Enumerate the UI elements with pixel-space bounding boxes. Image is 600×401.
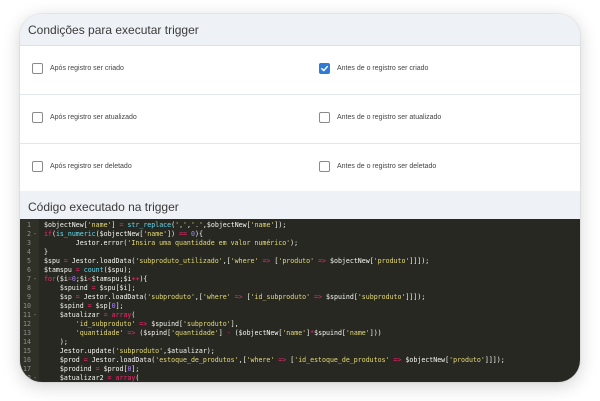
before-updated-label: Antes de o registro ser atualizado <box>337 114 442 121</box>
line-number: 14 <box>23 338 31 346</box>
line-number: 13 <box>23 329 31 337</box>
code-text: 'id_subproduto' => $spuind['subproduto']… <box>75 320 239 328</box>
code-text: Jestor.update('subproduto',$atualizar); <box>44 347 215 355</box>
line-number: 4 <box>27 248 31 256</box>
line-number: 1 <box>27 221 31 229</box>
after-deleted-label: Após registro ser deletado <box>50 163 132 170</box>
code-line[interactable]: 14 ); <box>20 338 580 347</box>
code-line[interactable]: 10 $spind = $sp[0]; <box>20 302 580 311</box>
code-line[interactable]: 17 $prodind = $prod[0]; <box>20 365 580 374</box>
after-deleted-checkbox[interactable] <box>32 161 43 172</box>
code-text: $tamspu = count($spu); <box>44 266 132 274</box>
code-title: Código executado na trigger <box>28 200 179 214</box>
line-number: 11 <box>23 311 31 319</box>
code-line[interactable]: 12 'id_subproduto' => $spuind['subprodut… <box>20 320 580 329</box>
code-text: $objectNew['name'] = str_replace(',','.'… <box>44 221 287 229</box>
conditions-header: Condições para executar trigger <box>20 14 580 46</box>
code-text: $spu = Jestor.loadData('subproduto_utili… <box>44 257 430 265</box>
code-text: $spind = $sp[0]; <box>59 302 124 310</box>
code-text: $sp = Jestor.loadData('subproduto',['whe… <box>59 293 426 301</box>
code-text: $atualizar2 = array( <box>59 374 140 382</box>
checkmark-icon <box>321 65 329 72</box>
code-text: $prodind = $prod[0]; <box>59 365 140 373</box>
code-text: $atualizar = array( <box>59 311 136 319</box>
trigger-settings-panel: Condições para executar trigger Após reg… <box>20 14 580 382</box>
code-line[interactable]: 16 $prod = Jestor.loadData('estoque_de_p… <box>20 356 580 365</box>
before-created-checkbox[interactable] <box>319 63 330 74</box>
code-line[interactable]: 4} <box>20 248 580 257</box>
code-text: ); <box>44 338 68 346</box>
code-line[interactable]: 5 $spu = Jestor.loadData('subproduto_util… <box>20 257 580 266</box>
code-line[interactable]: 7- for($i=0;$i<$tamspu;$i++){ <box>20 275 580 284</box>
line-number: 8 <box>27 284 31 292</box>
conditions-title: Condições para executar trigger <box>28 23 199 37</box>
condition-after-updated[interactable]: Após registro ser atualizado <box>20 95 300 143</box>
condition-row-updated: Após registro ser atualizado Antes de o … <box>20 95 580 144</box>
condition-before-updated[interactable]: Antes de o registro ser atualizado <box>300 95 580 143</box>
line-number: 3 <box>27 239 31 247</box>
before-updated-checkbox[interactable] <box>319 112 330 123</box>
fold-toggle-icon[interactable]: - <box>33 374 37 382</box>
after-updated-label: Após registro ser atualizado <box>50 114 137 121</box>
condition-before-deleted[interactable]: Antes de o registro ser deletado <box>300 144 580 192</box>
line-number: 9 <box>27 293 31 301</box>
line-number: 15 <box>23 347 31 355</box>
line-number: 5 <box>27 257 31 265</box>
line-number: 7 <box>27 275 31 283</box>
code-text: $spuind = $spu[$i]; <box>59 284 136 292</box>
code-line[interactable]: 18- $atualizar2 = array( <box>20 374 580 382</box>
code-line[interactable]: 15 Jestor.update('subproduto',$atualizar… <box>20 347 580 356</box>
after-created-label: Após registro ser criado <box>50 65 124 72</box>
code-text: 'quantidade' => ($spind['quantidade'] - … <box>75 329 382 337</box>
line-number: 10 <box>23 302 31 310</box>
after-updated-checkbox[interactable] <box>32 112 43 123</box>
condition-before-created[interactable]: Antes de o registro ser criado <box>300 46 580 94</box>
line-number: 16 <box>23 356 31 364</box>
code-line[interactable]: 1 $objectNew['name'] = str_replace(',','.… <box>20 221 580 230</box>
code-text: for($i=0;$i<$tamspu;$i++){ <box>44 275 148 283</box>
condition-after-deleted[interactable]: Após registro ser deletado <box>20 144 300 192</box>
condition-row-created: Após registro ser criado Antes de o regi… <box>20 46 580 95</box>
code-text: } <box>44 248 48 256</box>
fold-toggle-icon[interactable]: - <box>33 275 37 284</box>
line-number: 18 <box>23 374 31 382</box>
line-number: 2 <box>27 230 31 238</box>
fold-toggle-icon[interactable]: - <box>33 230 37 239</box>
line-number: 12 <box>23 320 31 328</box>
condition-after-created[interactable]: Após registro ser criado <box>20 46 300 94</box>
code-text: if(is_numeric($objectNew['name']) == 0){ <box>44 230 203 238</box>
before-created-label: Antes de o registro ser criado <box>337 65 429 72</box>
code-text: Jestor.error('Insira uma quantidade em v… <box>44 239 299 247</box>
before-deleted-checkbox[interactable] <box>319 161 330 172</box>
condition-row-deleted: Após registro ser deletado Antes de o re… <box>20 144 580 193</box>
code-line[interactable]: 2- if(is_numeric($objectNew['name']) == 0… <box>20 230 580 239</box>
code-line[interactable]: 9 $sp = Jestor.loadData('subproduto',['w… <box>20 293 580 302</box>
fold-toggle-icon[interactable]: - <box>33 311 37 320</box>
code-line[interactable]: 3 Jestor.error('Insira uma quantidade em… <box>20 239 580 248</box>
code-text: $prod = Jestor.loadData('estoque_de_prod… <box>59 356 505 364</box>
code-editor[interactable]: 1 $objectNew['name'] = str_replace(',','.… <box>20 219 580 382</box>
before-deleted-label: Antes de o registro ser deletado <box>337 163 437 170</box>
code-line[interactable]: 11- $atualizar = array( <box>20 311 580 320</box>
code-line[interactable]: 13 'quantidade' => ($spind['quantidade']… <box>20 329 580 338</box>
code-header: Código executado na trigger <box>20 191 580 219</box>
after-created-checkbox[interactable] <box>32 63 43 74</box>
code-line[interactable]: 6 $tamspu = count($spu); <box>20 266 580 275</box>
line-number: 6 <box>27 266 31 274</box>
code-line[interactable]: 8 $spuind = $spu[$i]; <box>20 284 580 293</box>
line-number: 17 <box>23 365 31 373</box>
